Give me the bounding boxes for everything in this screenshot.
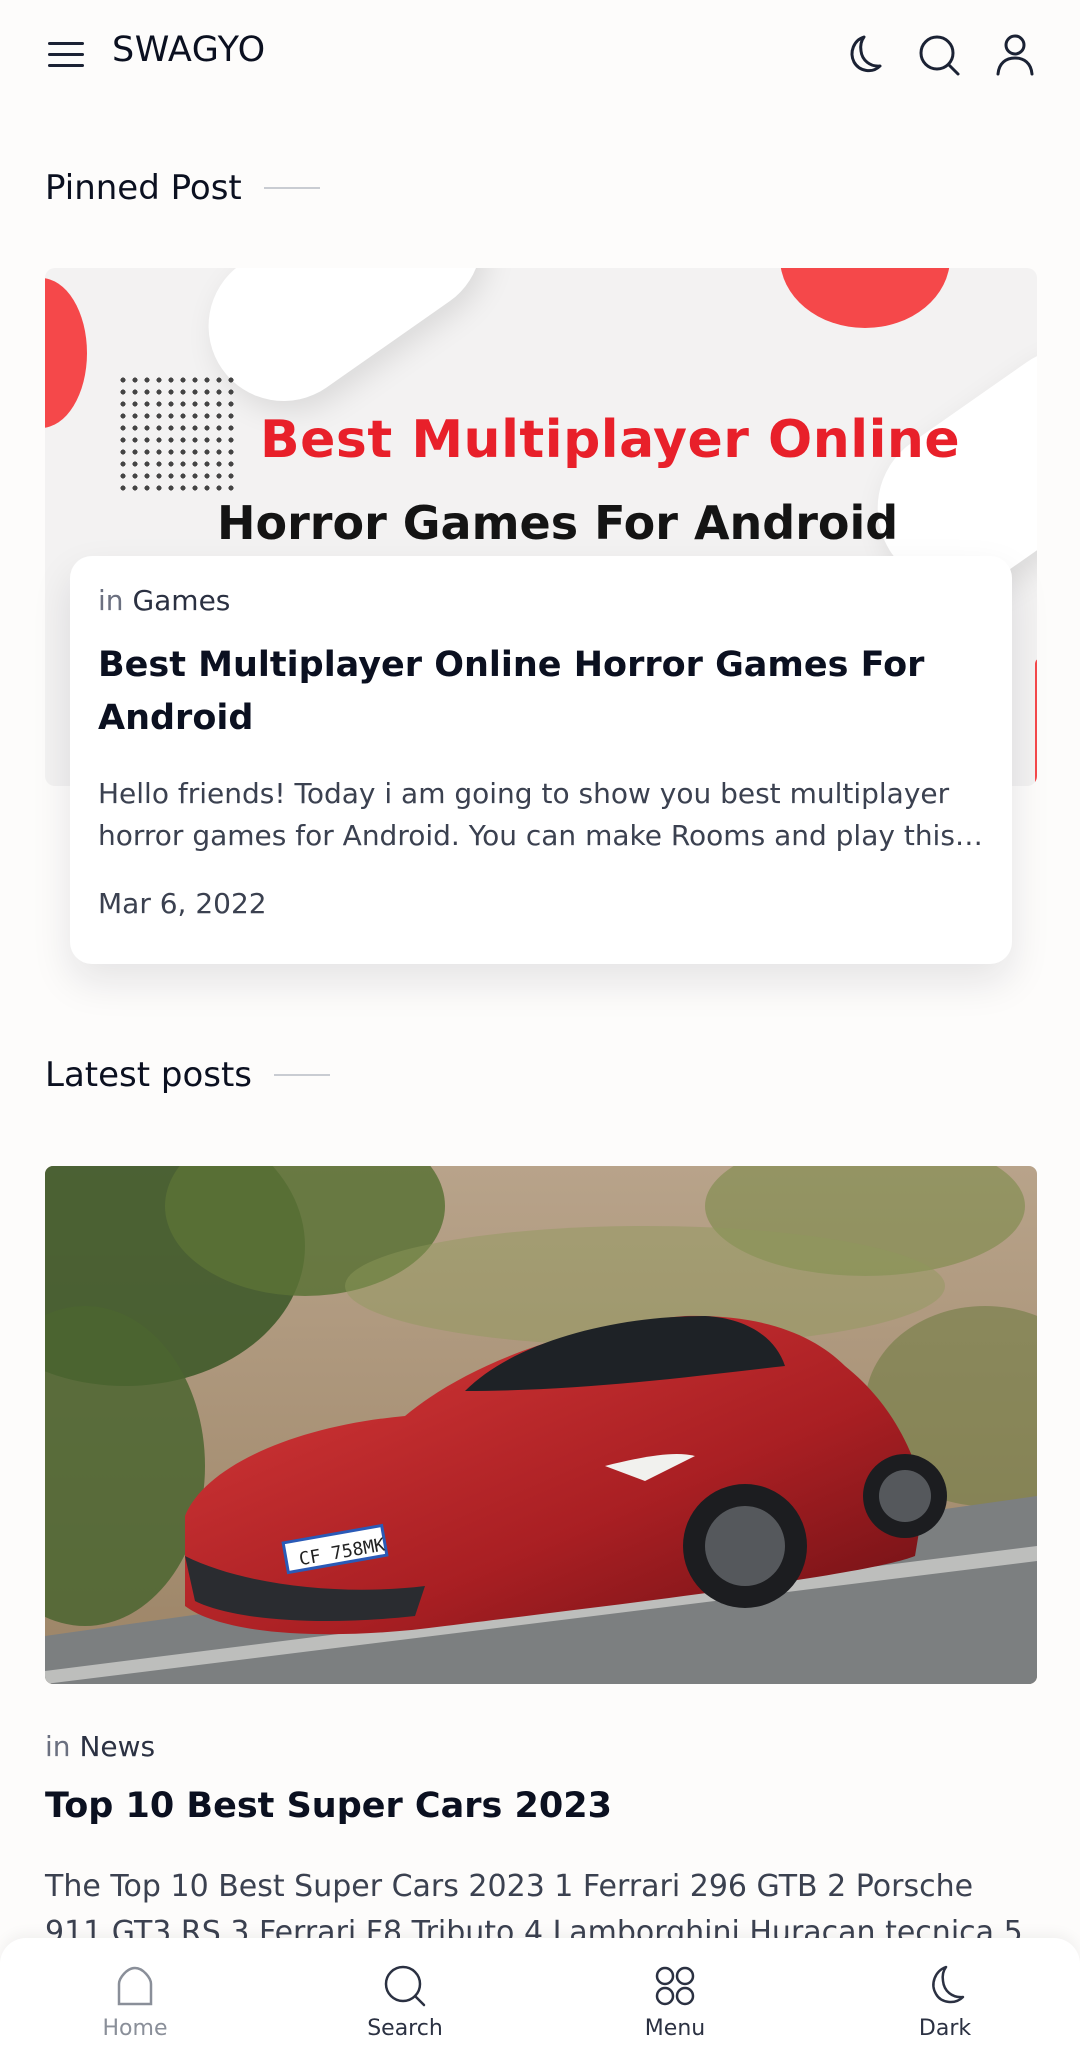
category-prefix: in bbox=[98, 584, 124, 617]
pinned-section-label: Pinned Post bbox=[45, 168, 242, 208]
moon-icon bbox=[932, 1965, 965, 2004]
nav-dark[interactable]: Dark bbox=[810, 1938, 1080, 2061]
nav-home[interactable]: Home bbox=[0, 1938, 270, 2061]
category-link[interactable]: News bbox=[79, 1730, 155, 1763]
pinned-post-excerpt: Hello friends! Today i am going to show … bbox=[98, 777, 983, 852]
moon-icon[interactable] bbox=[840, 32, 886, 78]
title-divider bbox=[274, 1074, 331, 1076]
banner-subheadline: Horror Games For Android bbox=[217, 496, 899, 550]
category-link[interactable]: Games bbox=[132, 584, 230, 617]
title-divider bbox=[263, 187, 320, 189]
pinned-post-title[interactable]: Best Multiplayer Online Horror Games For… bbox=[98, 639, 984, 745]
home-icon bbox=[117, 1966, 153, 2006]
banner-headline: Best Multiplayer Online bbox=[260, 410, 961, 470]
grid-icon bbox=[655, 1966, 695, 2006]
pinned-post-date: Mar 6, 2022 bbox=[98, 887, 267, 920]
latest-post-title[interactable]: Top 10 Best Super Cars 2023 bbox=[45, 1786, 612, 1826]
search-icon bbox=[384, 1965, 426, 2007]
latest-post-category: in News bbox=[45, 1730, 155, 1763]
nav-dark-label: Dark bbox=[918, 2016, 972, 2041]
latest-section-label: Latest posts bbox=[45, 1055, 253, 1095]
latest-post-image[interactable]: CF 758MK bbox=[45, 1166, 1037, 1684]
latest-section-title: Latest posts bbox=[45, 1055, 331, 1095]
site-brand[interactable]: SWAGYO bbox=[112, 30, 266, 70]
top-header: SWAGYO bbox=[0, 0, 1080, 112]
user-icon[interactable] bbox=[992, 32, 1038, 78]
nav-search-label: Search bbox=[367, 2016, 443, 2041]
nav-home-label: Home bbox=[102, 2016, 168, 2041]
pinned-section-title: Pinned Post bbox=[45, 168, 320, 208]
pinned-post-card[interactable]: in Games Best Multiplayer Online Horror … bbox=[70, 556, 1012, 964]
category-prefix: in bbox=[45, 1730, 71, 1763]
dot-pattern bbox=[117, 374, 235, 492]
search-icon[interactable] bbox=[916, 32, 962, 78]
post-category: in Games bbox=[98, 584, 984, 617]
nav-menu[interactable]: Menu bbox=[540, 1938, 810, 2061]
bottom-navigation: Home Search Menu Dark bbox=[0, 1938, 1080, 2061]
nav-search[interactable]: Search bbox=[270, 1938, 540, 2061]
menu-icon[interactable] bbox=[48, 38, 86, 72]
nav-menu-label: Menu bbox=[644, 2016, 706, 2041]
